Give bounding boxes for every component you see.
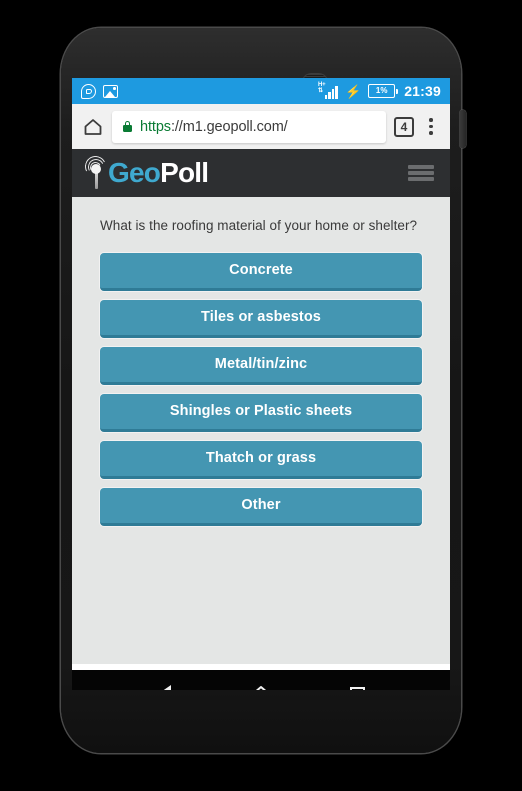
- site-header: GeoPoll: [72, 149, 450, 197]
- android-status-bar: H+ ⇅ ⚡ 1% 21:39: [72, 78, 450, 104]
- charging-bolt-icon: ⚡: [345, 83, 362, 99]
- logo-geo-text: Geo: [108, 157, 161, 188]
- hamburger-menu-icon[interactable]: [408, 163, 434, 183]
- home-pentagon-icon[interactable]: [244, 677, 278, 690]
- status-clock: 21:39: [404, 83, 441, 99]
- poll-options-list: Concrete Tiles or asbestos Metal/tin/zin…: [100, 253, 422, 526]
- poll-option-metal-tin-zinc[interactable]: Metal/tin/zinc: [100, 347, 422, 385]
- status-system-icons: H+ ⇅ ⚡ 1% 21:39: [318, 82, 441, 99]
- recents-square-icon[interactable]: [341, 677, 375, 690]
- tab-count-button[interactable]: 4: [394, 116, 414, 137]
- poll-option-concrete[interactable]: Concrete: [100, 253, 422, 291]
- status-notification-icons: [81, 83, 118, 99]
- url-text: https://m1.geopoll.com/: [140, 119, 288, 135]
- whatsapp-icon: [81, 83, 96, 99]
- network-arrows-icon: ⇅: [318, 88, 324, 94]
- power-button[interactable]: [460, 110, 466, 148]
- poll-option-shingles-or-plastic-sheets[interactable]: Shingles or Plastic sheets: [100, 394, 422, 432]
- logo-poll-text: Poll: [160, 157, 209, 188]
- url-scheme: https: [140, 118, 171, 135]
- signal-antenna-icon: [82, 153, 110, 190]
- poll-question: What is the roofing material of your hom…: [100, 218, 418, 233]
- geopoll-logo[interactable]: GeoPoll: [82, 153, 209, 190]
- url-host-path: ://m1.geopoll.com/: [170, 118, 288, 135]
- back-triangle-icon[interactable]: [147, 677, 181, 690]
- lock-icon: [123, 121, 132, 132]
- battery-percent-label: 1%: [375, 86, 388, 95]
- battery-icon: 1%: [368, 84, 399, 98]
- poll-option-tiles-or-asbestos[interactable]: Tiles or asbestos: [100, 300, 422, 338]
- poll-option-thatch-or-grass[interactable]: Thatch or grass: [100, 441, 422, 479]
- browser-toolbar: https://m1.geopoll.com/ 4: [72, 104, 450, 149]
- logo-wordmark: GeoPoll: [108, 157, 209, 188]
- home-icon[interactable]: [82, 116, 104, 138]
- photo-icon: [103, 84, 118, 98]
- poll-option-other[interactable]: Other: [100, 488, 422, 526]
- phone-screen: H+ ⇅ ⚡ 1% 21:39 https://m1.geopoll.com/ …: [72, 78, 450, 690]
- kebab-menu-icon[interactable]: [422, 116, 440, 138]
- screenshot-stage: H+ ⇅ ⚡ 1% 21:39 https://m1.geopoll.com/ …: [0, 0, 522, 791]
- signal-bars-icon: [324, 86, 338, 99]
- poll-content: What is the roofing material of your hom…: [72, 197, 450, 664]
- signal-strength-icon: H+ ⇅: [318, 82, 338, 99]
- android-navigation-bar: [72, 670, 450, 690]
- url-bar[interactable]: https://m1.geopoll.com/: [112, 110, 386, 143]
